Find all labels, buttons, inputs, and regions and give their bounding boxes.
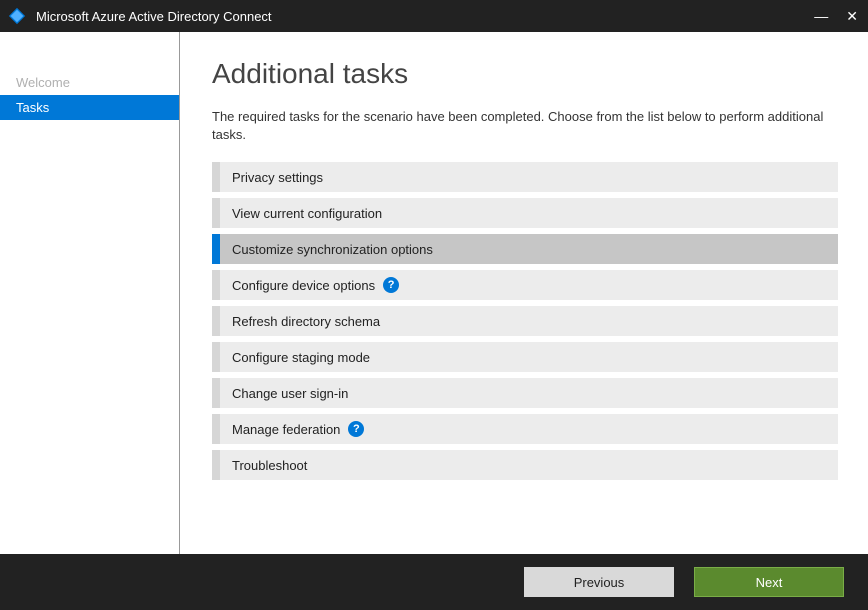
task-label: Troubleshoot: [232, 458, 307, 473]
task-accent: [212, 450, 220, 480]
task-customize-synchronization-options[interactable]: Customize synchronization options: [212, 234, 838, 264]
task-accent: [212, 234, 220, 264]
next-button[interactable]: Next: [694, 567, 844, 597]
sidebar-item-tasks[interactable]: Tasks: [0, 95, 179, 120]
task-change-user-sign-in[interactable]: Change user sign-in: [212, 378, 838, 408]
task-view-current-configuration[interactable]: View current configuration: [212, 198, 838, 228]
task-configure-staging-mode[interactable]: Configure staging mode: [212, 342, 838, 372]
task-label: Configure device options: [232, 278, 375, 293]
task-refresh-directory-schema[interactable]: Refresh directory schema: [212, 306, 838, 336]
task-manage-federation[interactable]: Manage federation ?: [212, 414, 838, 444]
task-accent: [212, 306, 220, 336]
task-configure-device-options[interactable]: Configure device options ?: [212, 270, 838, 300]
task-accent: [212, 198, 220, 228]
titlebar: Microsoft Azure Active Directory Connect…: [0, 0, 868, 32]
task-label: Refresh directory schema: [232, 314, 380, 329]
azure-logo-icon: [8, 7, 26, 25]
task-accent: [212, 270, 220, 300]
task-label: Customize synchronization options: [232, 242, 433, 257]
window-title: Microsoft Azure Active Directory Connect: [36, 9, 814, 24]
task-troubleshoot[interactable]: Troubleshoot: [212, 450, 838, 480]
previous-button[interactable]: Previous: [524, 567, 674, 597]
minimize-button[interactable]: —: [814, 9, 828, 23]
task-label: Manage federation: [232, 422, 340, 437]
intro-text: The required tasks for the scenario have…: [212, 108, 838, 144]
help-icon[interactable]: ?: [383, 277, 399, 293]
task-label: View current configuration: [232, 206, 382, 221]
task-accent: [212, 378, 220, 408]
task-label: Configure staging mode: [232, 350, 370, 365]
task-accent: [212, 414, 220, 444]
sidebar-item-label: Tasks: [16, 100, 49, 115]
task-accent: [212, 342, 220, 372]
footer: Previous Next: [0, 554, 868, 610]
task-list: Privacy settings View current configurat…: [212, 162, 838, 480]
close-button[interactable]: ✕: [846, 9, 858, 23]
task-label: Privacy settings: [232, 170, 323, 185]
sidebar: Welcome Tasks: [0, 32, 180, 554]
window-buttons: — ✕: [814, 9, 858, 23]
main-panel: Additional tasks The required tasks for …: [180, 32, 868, 554]
body: Welcome Tasks Additional tasks The requi…: [0, 32, 868, 554]
help-icon[interactable]: ?: [348, 421, 364, 437]
task-label: Change user sign-in: [232, 386, 348, 401]
task-accent: [212, 162, 220, 192]
task-privacy-settings[interactable]: Privacy settings: [212, 162, 838, 192]
sidebar-item-welcome[interactable]: Welcome: [0, 70, 179, 95]
sidebar-item-label: Welcome: [16, 75, 70, 90]
page-heading: Additional tasks: [212, 58, 838, 90]
